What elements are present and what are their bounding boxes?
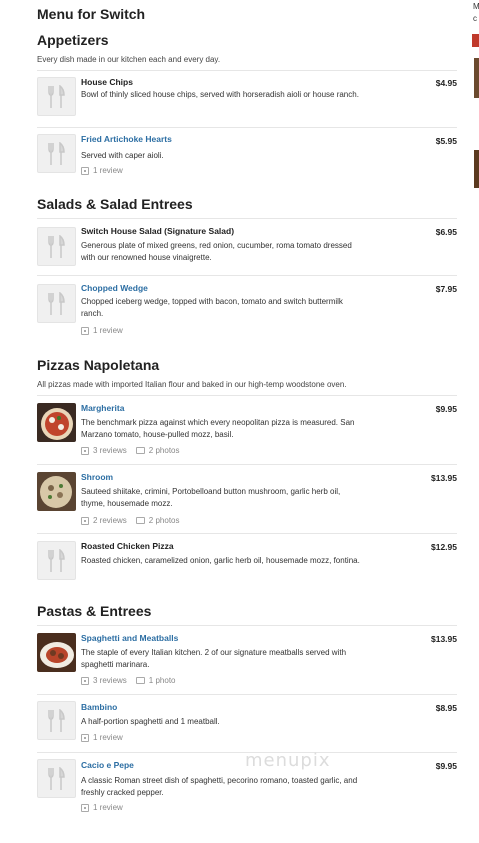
- item-photo[interactable]: [37, 472, 76, 511]
- review-count[interactable]: 3 reviews 2 photos: [81, 446, 180, 455]
- cropped-sidebar-photo[interactable]: [474, 150, 479, 188]
- camera-icon: [135, 517, 145, 524]
- item-name-link[interactable]: Shroom: [81, 472, 113, 482]
- photo-count[interactable]: 2 photos: [149, 446, 180, 455]
- utensils-icon: [37, 77, 76, 116]
- utensils-icon: [37, 541, 76, 580]
- item-name-link[interactable]: Margherita: [81, 403, 124, 413]
- section-title: Pizzas Napoletana: [37, 357, 160, 373]
- menu-item: House Chips $4.95 Bowl of thinly sliced …: [37, 70, 457, 127]
- item-description: Sauteed shiitake, crimini, Portobelloand…: [81, 487, 341, 508]
- utensils-icon: [37, 284, 76, 323]
- cropped-sidebar-logo: [472, 34, 479, 47]
- item-description: Generous plate of mixed greens, red onio…: [81, 241, 352, 262]
- section-title: Pastas & Entrees: [37, 603, 152, 619]
- utensils-icon: [37, 701, 76, 740]
- menu-item: Fried Artichoke Hearts $5.95 Served with…: [37, 127, 457, 187]
- photo-count[interactable]: 2 photos: [149, 516, 180, 525]
- menu-section-pizzas: Pizzas Napoletana All pizzas made with i…: [37, 357, 457, 588]
- section-title: Salads & Salad Entrees: [37, 196, 193, 212]
- cropped-sidebar-text: M c: [473, 2, 479, 23]
- review-count[interactable]: 1 review: [81, 166, 123, 175]
- review-icon: [81, 676, 89, 685]
- menu-item: Spaghetti and Meatballs $13.95 The stapl…: [37, 625, 457, 694]
- item-price: $4.95: [435, 78, 457, 88]
- item-description: Roasted chicken, caramelized onion, garl…: [81, 556, 360, 565]
- item-description: Served with caper aioli.: [81, 151, 164, 160]
- item-price: $8.95: [435, 703, 457, 713]
- page-title: Menu for Switch: [37, 6, 146, 22]
- item-description: A half-portion spaghetti and 1 meatball.: [81, 717, 220, 726]
- photo-count[interactable]: 1 photo: [149, 676, 176, 685]
- menu-section-salads: Salads & Salad Entrees Switch House Sala…: [37, 196, 457, 347]
- item-description: Bowl of thinly sliced house chips, serve…: [81, 90, 359, 99]
- menu-item: Switch House Salad (Signature Salad) $6.…: [37, 218, 457, 275]
- review-count[interactable]: 1 review: [81, 326, 123, 335]
- menu-item: Shroom $13.95 Sauteed shiitake, crimini,…: [37, 464, 457, 533]
- watermark: menupix: [245, 750, 331, 771]
- item-name-link[interactable]: Bambino: [81, 702, 117, 712]
- utensils-icon: [37, 759, 76, 798]
- review-icon: [81, 516, 89, 525]
- menu-section-pastas: Pastas & Entrees Spaghetti and Meatballs…: [37, 603, 457, 822]
- review-icon: [81, 166, 89, 175]
- review-count[interactable]: 1 review: [81, 733, 123, 742]
- section-title: Appetizers: [37, 32, 109, 48]
- item-name: House Chips: [81, 77, 133, 87]
- item-name-link[interactable]: Fried Artichoke Hearts: [81, 134, 172, 144]
- review-count[interactable]: 2 reviews 2 photos: [81, 516, 180, 525]
- cropped-sidebar-photo[interactable]: [474, 58, 479, 98]
- item-description: The staple of every Italian kitchen. 2 o…: [81, 648, 347, 669]
- section-description: All pizzas made with imported Italian fl…: [37, 380, 347, 389]
- item-photo[interactable]: [37, 403, 76, 442]
- section-description: Every dish made in our kitchen each and …: [37, 55, 221, 64]
- review-count[interactable]: 3 reviews 1 photo: [81, 676, 176, 685]
- review-icon: [81, 326, 89, 335]
- item-price: $7.95: [435, 284, 457, 294]
- item-name-link[interactable]: Chopped Wedge: [81, 283, 148, 293]
- utensils-icon: [37, 134, 76, 173]
- review-icon: [81, 733, 89, 742]
- item-name: Roasted Chicken Pizza: [81, 541, 174, 551]
- item-price: $9.95: [435, 761, 457, 771]
- menu-item: Roasted Chicken Pizza $12.95 Roasted chi…: [37, 533, 457, 588]
- item-photo[interactable]: [37, 633, 76, 672]
- item-price: $13.95: [431, 634, 457, 644]
- menu-item: Bambino $8.95 A half-portion spaghetti a…: [37, 694, 457, 752]
- camera-icon: [135, 447, 145, 454]
- item-name: Switch House Salad (Signature Salad): [81, 226, 235, 236]
- review-icon: [81, 446, 89, 455]
- menu-item: Chopped Wedge $7.95 Chopped iceberg wedg…: [37, 275, 457, 347]
- menu-section-appetizers: Appetizers Every dish made in our kitche…: [37, 32, 457, 187]
- item-description: A classic Roman street dish of spaghetti…: [81, 776, 358, 797]
- camera-icon: [135, 677, 145, 684]
- item-price: $12.95: [431, 542, 457, 552]
- review-icon: [81, 803, 89, 812]
- item-name-link[interactable]: Cacio e Pepe: [81, 760, 134, 770]
- item-price: $6.95: [435, 227, 457, 237]
- item-price: $13.95: [431, 473, 457, 483]
- item-description: Chopped iceberg wedge, topped with bacon…: [81, 297, 343, 318]
- menu-item: Margherita $9.95 The benchmark pizza aga…: [37, 395, 457, 464]
- item-description: The benchmark pizza against which every …: [81, 418, 355, 439]
- utensils-icon: [37, 227, 76, 266]
- review-count[interactable]: 1 review: [81, 803, 123, 812]
- item-price: $5.95: [435, 136, 457, 146]
- item-name-link[interactable]: Spaghetti and Meatballs: [81, 633, 178, 643]
- item-price: $9.95: [435, 404, 457, 414]
